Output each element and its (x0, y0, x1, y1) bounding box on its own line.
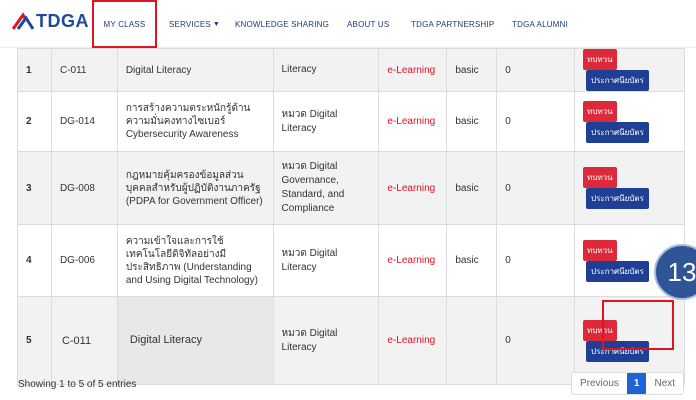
row-no: 1 (17, 48, 52, 92)
row-category: หมวด Digital Literacy (272, 296, 380, 385)
table-row: 2 DG-014 การสร้างความตระหนักรู้ด้านความม… (17, 91, 685, 152)
row-actions: ทบทวนประกาศนียบัตร (574, 48, 685, 92)
row-name: ความเข้าใจและการใช้เทคโนโลยีดิจิทัลอย่าง… (116, 224, 274, 297)
nav-knowledge-sharing[interactable]: KNOWLEDGE SHARING (235, 0, 329, 48)
nav-services[interactable]: SERVICES ▼ (169, 0, 220, 48)
previous-button[interactable]: Previous (572, 373, 627, 394)
row-name: การสร้างความตระหนักรู้ด้านความมั่นคงทางไ… (116, 91, 274, 152)
row-category: หมวด Digital Literacy (272, 224, 380, 297)
nav-my-class[interactable]: MY CLASS (92, 0, 157, 48)
row-level (446, 296, 498, 385)
row-level: basic (446, 48, 498, 92)
row-type: e-Learning (378, 296, 448, 385)
review-button[interactable]: ทบทวน (583, 167, 617, 188)
table-row: 1 C-011 Digital Literacy Literacy e-Lear… (17, 48, 685, 92)
row-level: basic (446, 91, 498, 152)
row-code: C-011 (50, 296, 118, 385)
row-type: e-Learning (378, 224, 448, 297)
logo-text: TDGA (36, 11, 89, 31)
table-row: 3 DG-008 กฎหมายคุ้มครองข้อมูลส่วนบุคคลสำ… (17, 151, 685, 225)
row-type: e-Learning (378, 91, 448, 152)
row-level: basic (446, 151, 498, 225)
row-name: Digital Literacy (116, 296, 274, 385)
certificate-button[interactable]: ประกาศนียบัตร (586, 121, 649, 143)
tdga-logo-icon (12, 11, 34, 30)
row-actions: ทบทวนประกาศนียบัตร (574, 91, 685, 152)
entries-info: Showing 1 to 5 of 5 entries (18, 379, 137, 390)
certificate-button[interactable]: ประกาศนียบัตร (586, 260, 649, 282)
nav-tdga-alumni[interactable]: TDGA ALUMNI (512, 0, 568, 48)
row-code: DG-014 (50, 91, 118, 152)
page-1-button[interactable]: 1 (626, 373, 647, 394)
nav-about-us-label: ABOUT US (347, 19, 390, 29)
row-type: e-Learning (378, 151, 448, 225)
row-actions: ทบทวนประกาศนียบัตร (574, 151, 685, 225)
row-code: DG-006 (50, 224, 118, 297)
nav-tdga-alumni-label: TDGA ALUMNI (512, 19, 568, 29)
nav-knowledge-sharing-label: KNOWLEDGE SHARING (235, 19, 330, 29)
row-category: หมวด Digital Literacy (272, 91, 380, 152)
table-row: 4 DG-006 ความเข้าใจและการใช้เทคโนโลยีดิจ… (17, 224, 685, 297)
row-count: 0 (496, 48, 576, 92)
nav-my-class-label: MY CLASS (103, 19, 146, 29)
review-button[interactable]: ทบทวน (583, 239, 617, 261)
top-navbar: TDGA MY CLASS SERVICES ▼ KNOWLEDGE SHARI… (0, 0, 696, 48)
row-count: 0 (496, 224, 576, 297)
row-level: basic (446, 224, 498, 297)
caret-down-icon: ▼ (212, 20, 221, 28)
tdga-logo[interactable]: TDGA (12, 11, 89, 32)
row-code: DG-008 (50, 151, 118, 225)
row-no: 4 (17, 224, 52, 297)
row-type: e-Learning (378, 48, 448, 92)
row-name: Digital Literacy (116, 48, 274, 92)
row-category: Literacy (272, 48, 380, 92)
row-category: หมวด Digital Governance, Standard, and C… (272, 151, 380, 225)
review-button[interactable]: ทบทวน (583, 100, 617, 122)
row-no: 2 (17, 91, 52, 152)
certificate-button[interactable]: ประกาศนียบัตร (586, 188, 649, 209)
certificate-button[interactable]: ประกาศนียบัตร (586, 70, 649, 91)
row-code: C-011 (50, 48, 118, 92)
row-no: 5 (17, 296, 52, 385)
row-no: 3 (17, 151, 52, 225)
highlight-box (602, 300, 674, 350)
course-table: 1 C-011 Digital Literacy Literacy e-Lear… (17, 48, 685, 385)
row-name: กฎหมายคุ้มครองข้อมูลส่วนบุคคลสำหรับผู้ปฏ… (116, 151, 274, 225)
next-button[interactable]: Next (646, 373, 684, 394)
row-count: 0 (496, 296, 576, 385)
row-count: 0 (496, 151, 576, 225)
course-table-area: 1 C-011 Digital Literacy Literacy e-Lear… (0, 48, 696, 400)
nav-services-label: SERVICES (169, 19, 211, 29)
nav-about-us[interactable]: ABOUT US (347, 0, 389, 48)
review-button[interactable]: ทบทวน (583, 49, 617, 70)
row-count: 0 (496, 91, 576, 152)
nav-tdga-partnership-label: TDGA PARTNERSHIP (411, 19, 495, 29)
nav-tdga-partnership[interactable]: TDGA PARTNERSHIP (411, 0, 494, 48)
pagination: Previous 1 Next (571, 372, 685, 395)
